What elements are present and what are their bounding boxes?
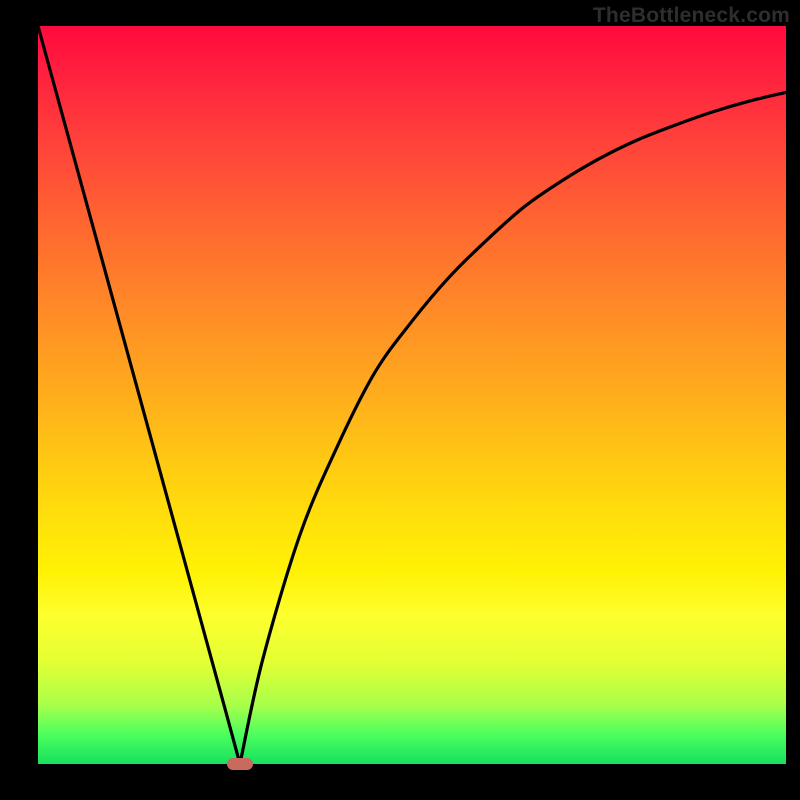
optimal-marker [227, 758, 253, 770]
plot-area [38, 26, 786, 764]
bottleneck-curve [38, 26, 786, 764]
chart-frame: TheBottleneck.com [0, 0, 800, 800]
watermark-text: TheBottleneck.com [593, 4, 790, 28]
